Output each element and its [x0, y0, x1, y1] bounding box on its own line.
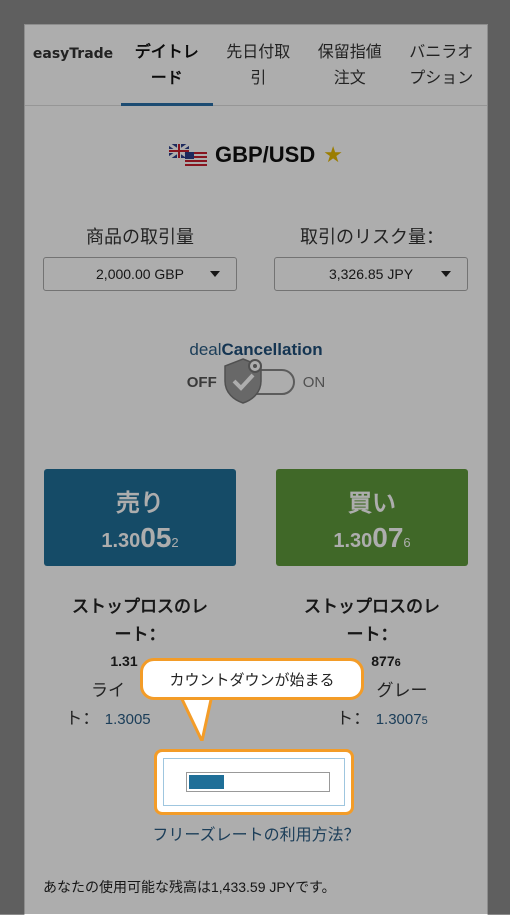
- countdown-box: [163, 758, 345, 806]
- tooltip-text: カウントダウンが始まる: [169, 670, 335, 689]
- countdown-progress-fill: [189, 775, 224, 789]
- countdown-progress-bar: [186, 772, 330, 792]
- tooltip-tail: [178, 695, 214, 741]
- countdown-highlight: [154, 749, 354, 815]
- countdown-tooltip: カウントダウンが始まる: [140, 658, 364, 700]
